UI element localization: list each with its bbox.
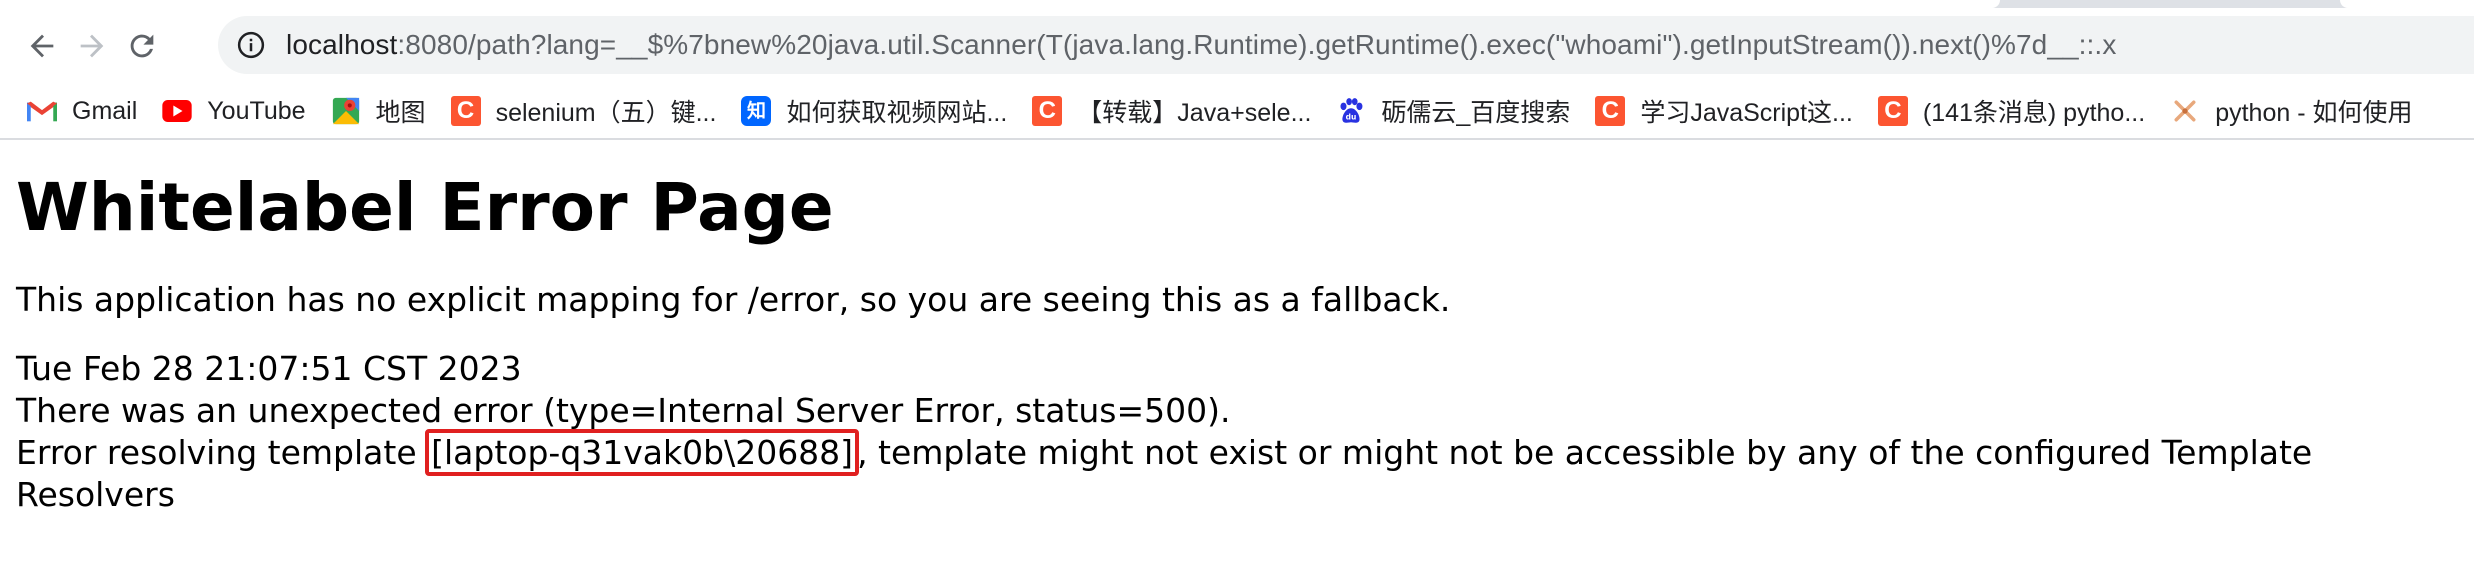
bookmark-youtube[interactable]: YouTube [151,89,319,133]
error-template-line: Error resolving template [laptop-q31vak0… [16,429,2456,516]
template-prefix: Error resolving template [16,433,428,472]
error-type-line: There was an unexpected error (type=Inte… [16,391,1231,430]
csdn-icon: C [450,95,482,127]
page-title: Whitelabel Error Page [16,169,834,246]
error-details: Tue Feb 28 21:07:51 CST 2023 There was a… [16,348,2456,516]
csdn-icon: C [1594,95,1626,127]
forward-button[interactable] [70,24,114,68]
svg-text:du: du [1346,112,1357,121]
bookmark-label: 学习JavaScript这... [1640,99,1853,127]
gmail-icon [26,95,58,127]
bookmark-label: 如何获取视频网站... [786,99,1008,127]
inactive-tab[interactable] [2340,0,2474,8]
arrow-right-icon [80,34,104,58]
bookmark-zhihu[interactable]: 知 如何获取视频网站... [730,89,1021,133]
page-content: Whitelabel Error Page This application h… [16,150,2456,516]
bookmarks-bar: Gmail YouTube 地图 C selenium（五）键... 知 如何获… [0,84,2474,140]
bookmark-label: python - 如何使用 [2215,99,2413,127]
reload-button[interactable] [120,24,164,68]
tool-icon [2169,95,2201,127]
bookmark-label: (141条消息) pytho... [1922,99,2146,127]
bookmark-python-messages[interactable]: C (141条消息) pytho... [1867,89,2159,133]
bookmark-label: selenium（五）键... [495,99,717,127]
reload-icon [130,34,154,58]
tab-strip [0,0,2474,8]
browser-toolbar: localhost:8080/path?lang=__$%7bnew%20jav… [0,8,2474,84]
zhihu-icon: 知 [740,95,772,127]
url-text[interactable]: localhost:8080/path?lang=__$%7bnew%20jav… [286,29,2116,61]
bookmark-gmail[interactable]: Gmail [16,89,151,133]
bookmark-label: YouTube [207,96,306,125]
active-tab[interactable] [0,0,2000,8]
info-circle-icon[interactable] [236,30,266,60]
csdn-icon: C [1877,95,1909,127]
bookmark-java-selenium[interactable]: C 【转载】Java+sele... [1021,89,1325,133]
maps-icon [330,95,362,127]
arrow-left-icon [30,34,54,58]
bookmark-maps[interactable]: 地图 [320,89,440,133]
error-timestamp: Tue Feb 28 21:07:51 CST 2023 [16,349,522,388]
bookmark-label: Gmail [72,96,138,125]
url-host: localhost [286,29,398,60]
back-button[interactable] [20,24,64,68]
address-bar[interactable]: localhost:8080/path?lang=__$%7bnew%20jav… [218,16,2474,74]
bookmark-label: 砺儒云_百度搜索 [1381,99,1571,127]
baidu-icon: du [1335,95,1367,127]
bookmark-python-howto[interactable]: python - 如何使用 [2159,89,2426,133]
template-name-highlight: [laptop-q31vak0b\20688] [425,429,860,476]
bookmark-label: 地图 [375,99,426,127]
csdn-icon: C [1031,95,1063,127]
bookmark-javascript[interactable]: C 学习JavaScript这... [1584,89,1867,133]
bookmark-baidu[interactable]: du 砺儒云_百度搜索 [1325,89,1584,133]
bookmark-selenium[interactable]: C selenium（五）键... [440,89,731,133]
url-path: :8080/path?lang=__$%7bnew%20java.util.Sc… [397,29,2117,60]
bookmark-label: 【转载】Java+sele... [1077,99,1312,127]
intro-text: This application has no explicit mapping… [16,280,1451,319]
youtube-icon [161,95,193,127]
